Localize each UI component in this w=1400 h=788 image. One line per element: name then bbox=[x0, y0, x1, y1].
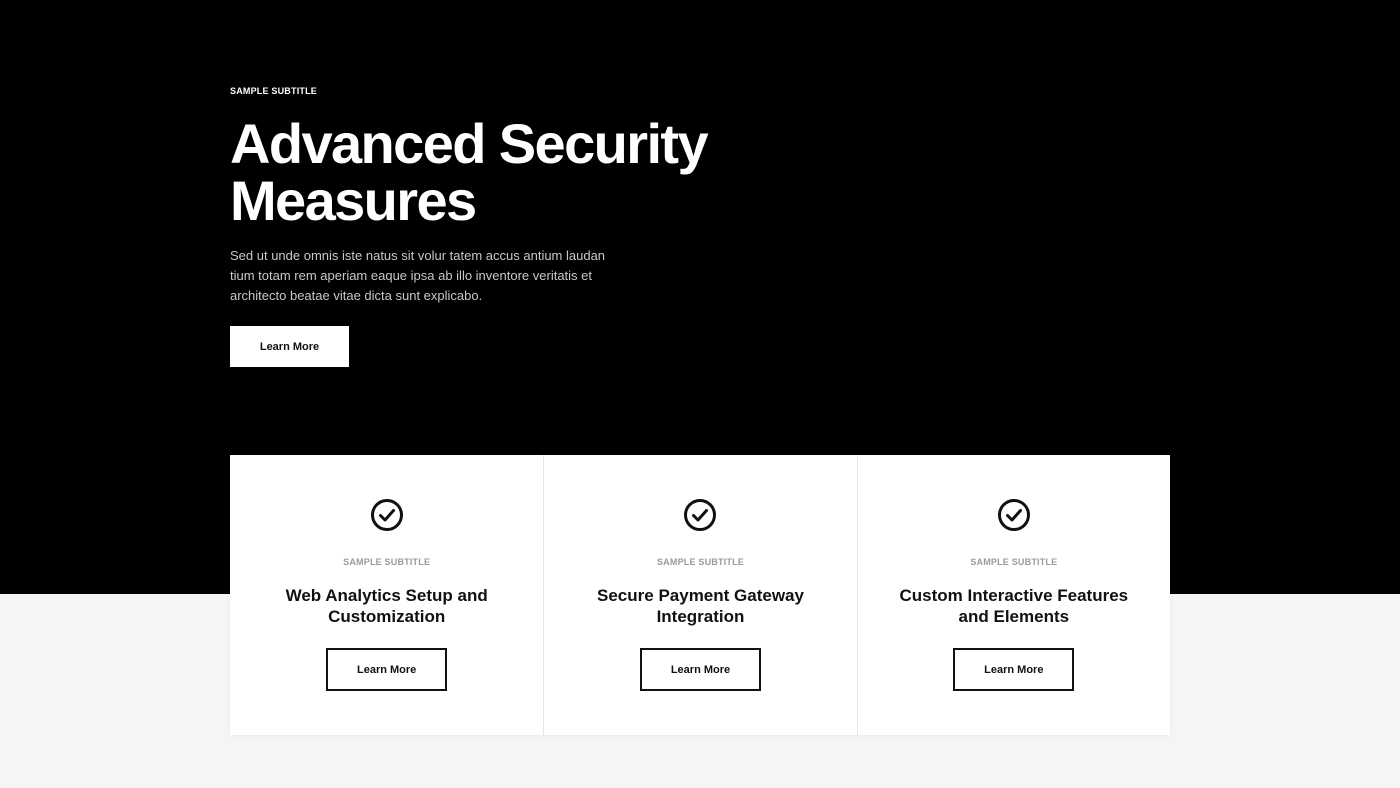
feature-card: SAMPLE SUBTITLE Custom Interactive Featu… bbox=[856, 455, 1170, 735]
hero-learn-more-button[interactable]: Learn More bbox=[230, 326, 349, 367]
hero-content: SAMPLE SUBTITLE Advanced Security Measur… bbox=[230, 86, 750, 306]
card-learn-more-button[interactable]: Learn More bbox=[326, 648, 448, 691]
hero-description: Sed ut unde omnis iste natus sit volur t… bbox=[230, 248, 606, 303]
card-title: Custom Interactive Features and Elements bbox=[899, 586, 1129, 626]
feature-card: SAMPLE SUBTITLE Web Analytics Setup and … bbox=[230, 455, 543, 735]
check-circle-icon bbox=[997, 498, 1031, 532]
card-learn-more-button[interactable]: Learn More bbox=[953, 648, 1075, 691]
hero-title-line-1: Advanced Security bbox=[230, 112, 709, 175]
card-title: Web Analytics Setup and Customization bbox=[285, 586, 488, 626]
hero-subtitle: SAMPLE SUBTITLE bbox=[230, 86, 318, 96]
card-title: Secure Payment Gateway Integration bbox=[597, 586, 804, 626]
check-circle-icon bbox=[370, 498, 404, 532]
hero-title-line-2: Measures bbox=[230, 169, 477, 232]
card-subtitle: SAMPLE SUBTITLE bbox=[343, 557, 431, 567]
card-subtitle: SAMPLE SUBTITLE bbox=[970, 557, 1058, 567]
card-subtitle: SAMPLE SUBTITLE bbox=[656, 557, 744, 567]
feature-cards: SAMPLE SUBTITLE Web Analytics Setup and … bbox=[230, 455, 1170, 735]
hero-title: Advanced Security Measures bbox=[230, 115, 750, 229]
feature-card: SAMPLE SUBTITLE Secure Payment Gateway I… bbox=[543, 455, 856, 735]
check-circle-icon bbox=[683, 498, 717, 532]
card-learn-more-button[interactable]: Learn More bbox=[639, 648, 761, 691]
